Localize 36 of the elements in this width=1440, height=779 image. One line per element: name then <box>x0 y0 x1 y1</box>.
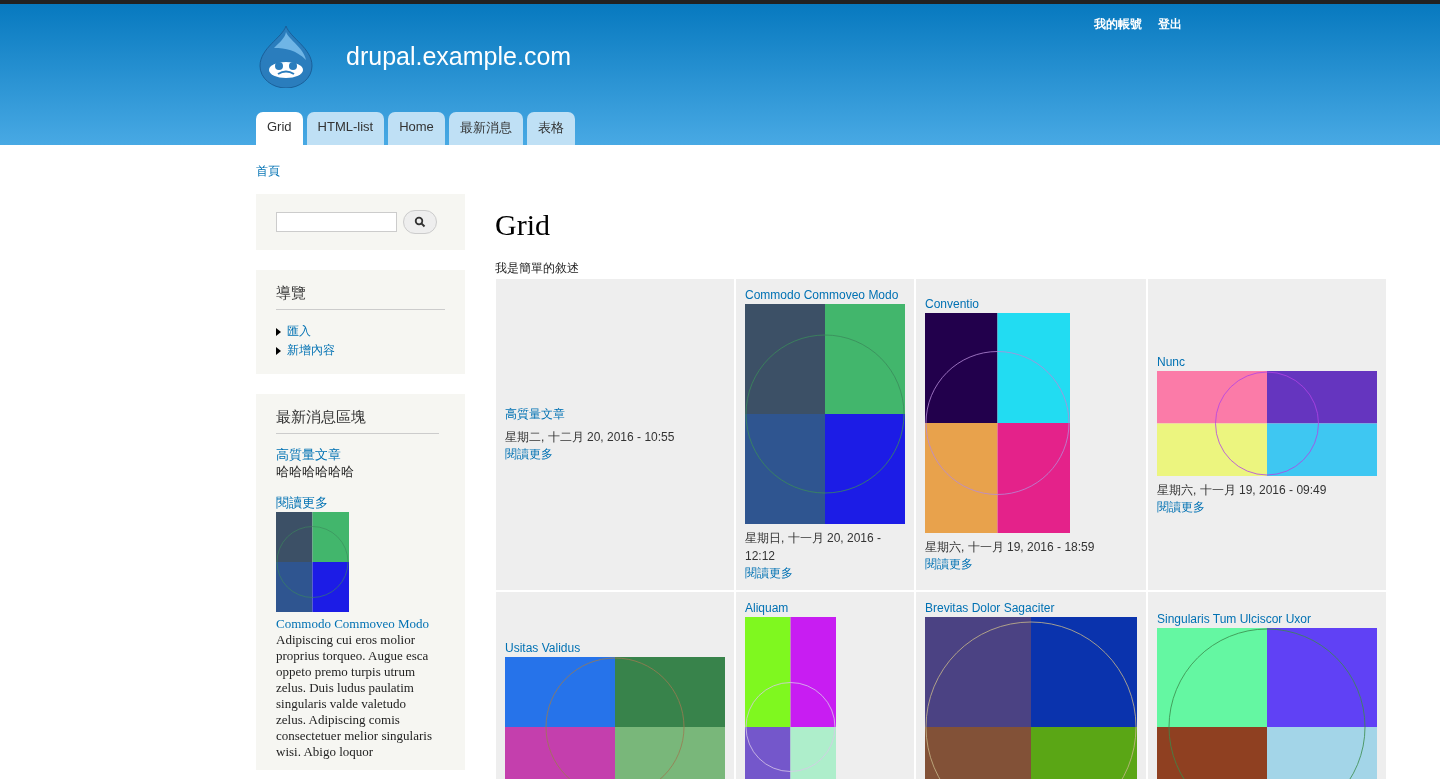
nav-tab[interactable]: 表格 <box>526 112 575 145</box>
nav-link[interactable]: 匯入 <box>287 322 311 341</box>
account-link[interactable]: 登出 <box>1158 16 1182 33</box>
article-body: Adipiscing cui eros molior proprius torqueo. Augue esca oppeto premo turpis utrum zelus. Duis ludus paulatim singularis valde valetudo zelus. Adipiscing comis consectetuer melior singularis wisi. Abigo loquor <box>276 632 433 760</box>
post-date: 星期二, 十二月 20, 2016 - 10:55 <box>505 429 676 446</box>
nav-tab[interactable]: 最新消息 <box>448 112 523 145</box>
article-link[interactable]: Brevitas Dolor Sagaciter <box>925 600 1137 617</box>
article-link[interactable]: Singularis Tum Ulciscor Uxor <box>1157 611 1377 628</box>
article-link[interactable]: Nunc <box>1157 353 1377 371</box>
article-summary: 哈哈哈哈哈哈 <box>276 464 354 480</box>
page-title: Grid <box>495 208 551 242</box>
article-link[interactable]: Usitas Validus <box>505 640 725 657</box>
read-more-link[interactable]: 閱讀更多 <box>1157 498 1377 516</box>
post-date: 星期六, 十一月 19, 2016 - 09:49 <box>1157 481 1328 499</box>
article-link[interactable]: 高質量文章 <box>505 406 725 423</box>
post-date: 星期六, 十一月 19, 2016 - 18:59 <box>925 539 1096 556</box>
account-link[interactable]: 我的帳號 <box>1094 16 1142 33</box>
article-link[interactable]: Commodo Commoveo Modo <box>745 287 905 304</box>
nav-link[interactable]: 新增內容 <box>287 341 335 360</box>
breadcrumb-link[interactable]: 首頁 <box>256 164 280 178</box>
site-name[interactable]: drupal.example.com <box>346 41 572 71</box>
read-more-link[interactable]: 閱讀更多 <box>276 494 328 512</box>
block-title: 最新消息區塊 <box>276 408 439 434</box>
read-more-link[interactable]: 閱讀更多 <box>925 556 1137 573</box>
nav-tab[interactable]: Grid <box>256 112 303 145</box>
read-more-link[interactable]: 閱讀更多 <box>745 565 905 582</box>
article-link[interactable]: 高質量文章 <box>276 446 341 464</box>
article-link[interactable]: Commodo Commoveo Modo <box>276 616 430 632</box>
post-date: 星期日, 十一月 20, 2016 - 12:12 <box>745 530 883 565</box>
read-more-link[interactable]: 閱讀更多 <box>505 446 725 463</box>
nav-tab[interactable]: Home <box>388 112 445 145</box>
article-link[interactable]: Conventio <box>925 296 1137 313</box>
article-link[interactable]: Aliquam <box>745 600 905 617</box>
nav-tab[interactable]: HTML-list <box>306 112 385 145</box>
block-title: 導覽 <box>276 284 445 310</box>
page-description: 我是簡單的敘述 <box>495 260 580 277</box>
